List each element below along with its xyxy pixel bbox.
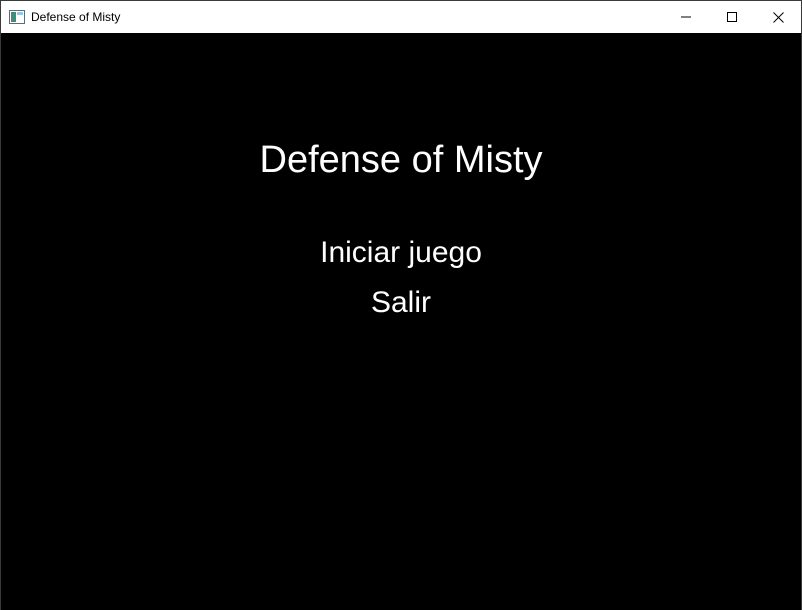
exit-button[interactable]: Salir	[1, 285, 801, 321]
minimize-icon	[681, 16, 691, 18]
close-icon	[772, 11, 784, 23]
app-window: Defense of Misty Defense of Misty Inicia…	[0, 0, 802, 610]
window-controls	[663, 1, 801, 33]
game-canvas[interactable]: Defense of Misty Iniciar juego Salir	[1, 33, 801, 610]
minimize-button[interactable]	[663, 1, 709, 33]
game-title: Defense of Misty	[259, 139, 543, 181]
maximize-button[interactable]	[709, 1, 755, 33]
start-game-button[interactable]: Iniciar juego	[1, 235, 801, 271]
title-bar[interactable]: Defense of Misty	[1, 1, 801, 33]
close-button[interactable]	[755, 1, 801, 33]
app-window-icon	[9, 10, 25, 24]
window-title: Defense of Misty	[31, 10, 121, 24]
maximize-icon	[727, 12, 737, 22]
